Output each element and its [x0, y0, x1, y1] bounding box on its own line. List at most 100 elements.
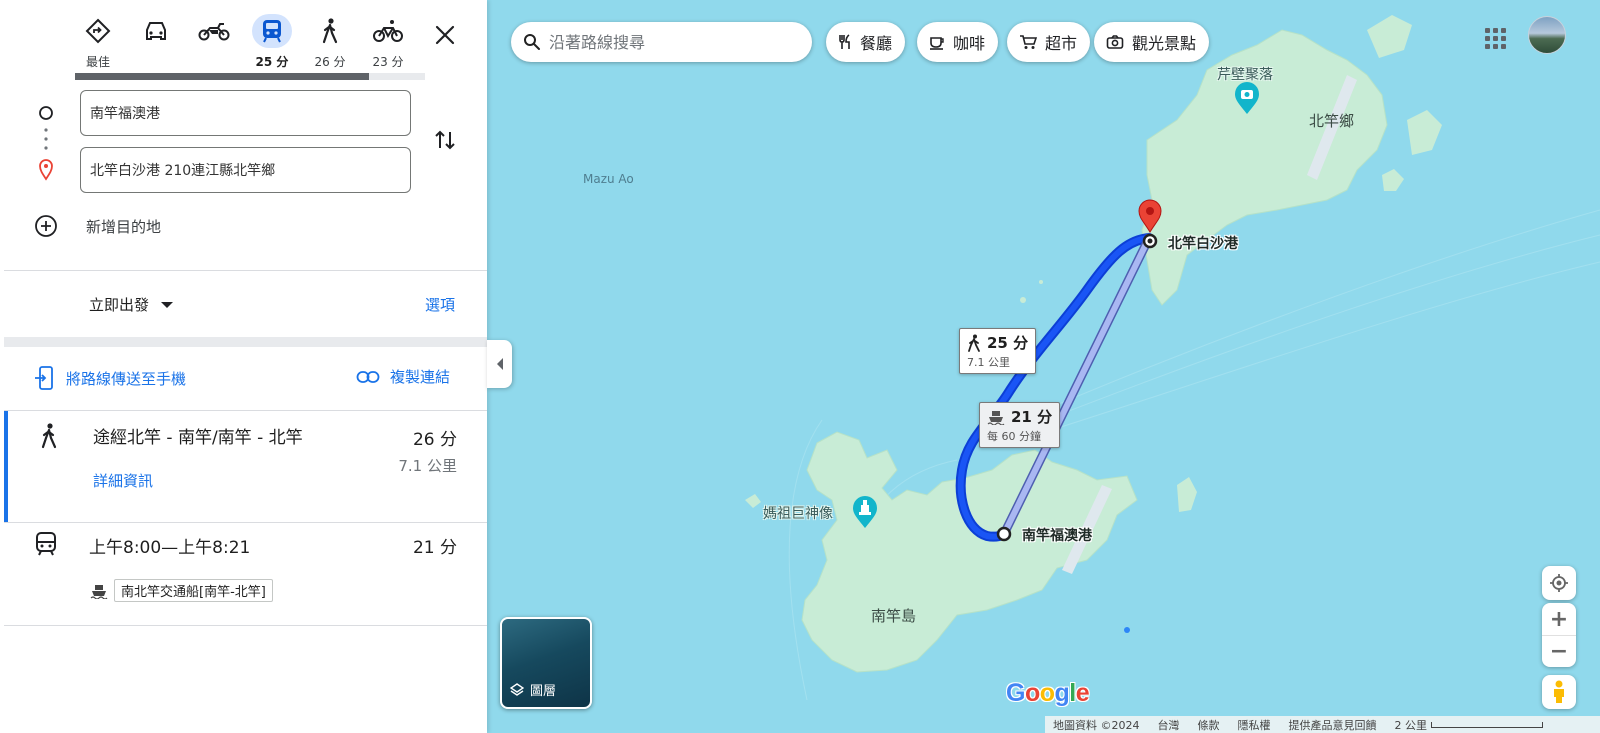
- add-destination-label: 新增目的地: [86, 217, 162, 236]
- chip-restaurants-label: 餐廳: [860, 34, 893, 53]
- beigan-township-label: 北竿鄉: [1309, 112, 1355, 130]
- mode-best[interactable]: 最佳: [73, 14, 123, 70]
- chevron-left-icon: [496, 358, 503, 370]
- ferry-line-badge: 南北竿交通船[南竿-北竿]: [114, 579, 273, 602]
- search-icon: [524, 34, 540, 50]
- bicycle-icon: [373, 20, 403, 42]
- route-option-walk[interactable]: 途經北竿 - 南竿/南竿 - 北竿 26 分 7.1 公里 詳細資訊: [4, 411, 487, 522]
- walk-icon: [968, 334, 980, 352]
- google-logo: Google: [1006, 679, 1090, 707]
- copy-link-button[interactable]: 複製連結: [356, 366, 450, 387]
- layers-icon: [510, 682, 524, 696]
- mode-bicycle[interactable]: 23 分: [363, 14, 413, 70]
- google-apps-icon[interactable]: [1483, 26, 1507, 50]
- mode-bicycle-label: 23 分: [372, 55, 404, 69]
- feedback-link[interactable]: 提供產品意見回饋: [1289, 717, 1377, 733]
- map-data-credit: 地圖資料 ©2024: [1053, 718, 1140, 732]
- ferry-tag-frequency: 每 60 分鐘: [987, 430, 1041, 443]
- route-option-transit[interactable]: 上午8:00—上午8:21 21 分 南北竿交通船[南竿-北竿]: [4, 522, 487, 626]
- route-title: 途經北竿 - 南竿/南竿 - 北竿: [93, 428, 303, 448]
- send-to-phone-icon: [35, 366, 53, 390]
- ferry-tag-time: 21 分: [1011, 408, 1053, 426]
- nangan-island-label: 南竿島: [871, 607, 917, 625]
- ferry-route-tag[interactable]: 21 分 每 60 分鐘: [979, 402, 1061, 448]
- terms-link[interactable]: 條款: [1198, 717, 1220, 733]
- mode-walk[interactable]: 26 分: [305, 14, 355, 70]
- send-to-phone-button[interactable]: 將路線傳送至手機: [34, 366, 186, 390]
- chip-attractions-label: 觀光景點: [1132, 34, 1197, 53]
- mode-transit-label: 25 分: [255, 55, 289, 69]
- chip-restaurants[interactable]: 餐廳: [826, 22, 906, 62]
- best-route-icon: [85, 18, 111, 44]
- ferry-segment: 南北竿交通船[南竿-北竿]: [90, 579, 273, 602]
- mode-drive[interactable]: [131, 14, 181, 53]
- chip-attractions[interactable]: 觀光景點: [1094, 22, 1210, 62]
- walk-tag-time: 25 分: [987, 334, 1029, 352]
- walk-route-tag[interactable]: 25 分 7.1 公里: [959, 328, 1037, 374]
- map-canvas[interactable]: Mazu Ao 北竿鄉 芹壁聚落 南竿島 媽祖巨神像 南竿福澳港 北竿白沙港 2…: [487, 0, 1600, 733]
- chip-supermarket[interactable]: 超市: [1007, 22, 1091, 62]
- car-icon: [146, 22, 166, 40]
- divider: [4, 270, 487, 271]
- destination-port-label[interactable]: 北竿白沙港: [1168, 233, 1238, 253]
- add-circle-icon: [35, 215, 57, 237]
- walk-mode-icon: [322, 18, 338, 44]
- origin-port-label[interactable]: 南竿福澳港: [1022, 525, 1092, 545]
- transit-route-icon: [36, 532, 56, 556]
- scale-label: 2 公里: [1394, 718, 1428, 732]
- mode-walk-label: 26 分: [314, 55, 346, 69]
- swap-waypoints-icon[interactable]: [431, 126, 459, 154]
- sea-label: Mazu Ao: [583, 172, 634, 186]
- mode-motorcycle[interactable]: [189, 14, 239, 53]
- mode-best-label: 最佳: [85, 55, 110, 69]
- depart-time-dropdown[interactable]: 立即出發: [89, 294, 174, 315]
- account-avatar[interactable]: [1528, 16, 1566, 54]
- mode-progress-track: [75, 73, 425, 80]
- destination-field[interactable]: [80, 147, 411, 193]
- close-directions-icon[interactable]: [432, 22, 458, 48]
- origin-field[interactable]: [80, 90, 411, 136]
- layers-label: 圖層: [530, 684, 557, 699]
- options-button[interactable]: 選項: [425, 294, 455, 315]
- street-view-pegman[interactable]: [1542, 675, 1576, 709]
- my-location-button[interactable]: [1542, 566, 1576, 600]
- my-location-icon: [1550, 574, 1568, 592]
- zoom-out-button[interactable]: −: [1542, 635, 1576, 667]
- motorcycle-icon: [198, 23, 230, 41]
- qinbi-label[interactable]: 芹壁聚落: [1217, 64, 1273, 84]
- coffee-icon: [930, 37, 944, 50]
- restaurant-icon: [839, 34, 850, 49]
- collapse-panel-button[interactable]: [487, 340, 512, 388]
- region-link[interactable]: 台灣: [1158, 717, 1180, 733]
- add-destination-button[interactable]: 新增目的地: [34, 214, 161, 238]
- ferry-icon: [987, 410, 1005, 425]
- route-duration: 26 分: [412, 430, 457, 450]
- privacy-link[interactable]: 隱私權: [1238, 717, 1271, 733]
- walk-route-icon: [41, 423, 57, 449]
- route-distance: 7.1 公里: [398, 457, 457, 475]
- map-footer: 地圖資料 ©2024 台灣 條款 隱私權 提供產品意見回饋 2 公里: [1045, 716, 1600, 733]
- camera-icon: [1106, 35, 1124, 49]
- mode-transit[interactable]: 25 分: [247, 14, 297, 70]
- divider: [4, 625, 487, 626]
- zoom-control: + −: [1542, 603, 1576, 667]
- train-icon: [263, 20, 281, 43]
- origin-input[interactable]: [90, 105, 400, 121]
- scale-bar[interactable]: 2 公里: [1394, 717, 1543, 733]
- route-search-box[interactable]: [511, 22, 812, 62]
- scale-bar-line: [1431, 721, 1543, 728]
- waypoint-connector: [39, 106, 53, 181]
- chip-coffee[interactable]: 咖啡: [917, 22, 999, 62]
- layers-button[interactable]: 圖層: [500, 617, 592, 709]
- nangan-island-shape: [801, 431, 1138, 673]
- route-details-link[interactable]: 詳細資訊: [93, 470, 153, 491]
- destination-input[interactable]: [90, 162, 400, 178]
- origin-dot: [996, 526, 1012, 542]
- send-to-phone-label: 將路線傳送至手機: [66, 369, 187, 388]
- zoom-in-button[interactable]: +: [1542, 603, 1576, 635]
- pegman-icon: [1554, 680, 1564, 703]
- route-search-input[interactable]: [549, 32, 789, 52]
- mode-progress-fill: [75, 73, 369, 80]
- map-base: [745, 15, 1600, 701]
- mazu-statue-label[interactable]: 媽祖巨神像: [763, 503, 833, 523]
